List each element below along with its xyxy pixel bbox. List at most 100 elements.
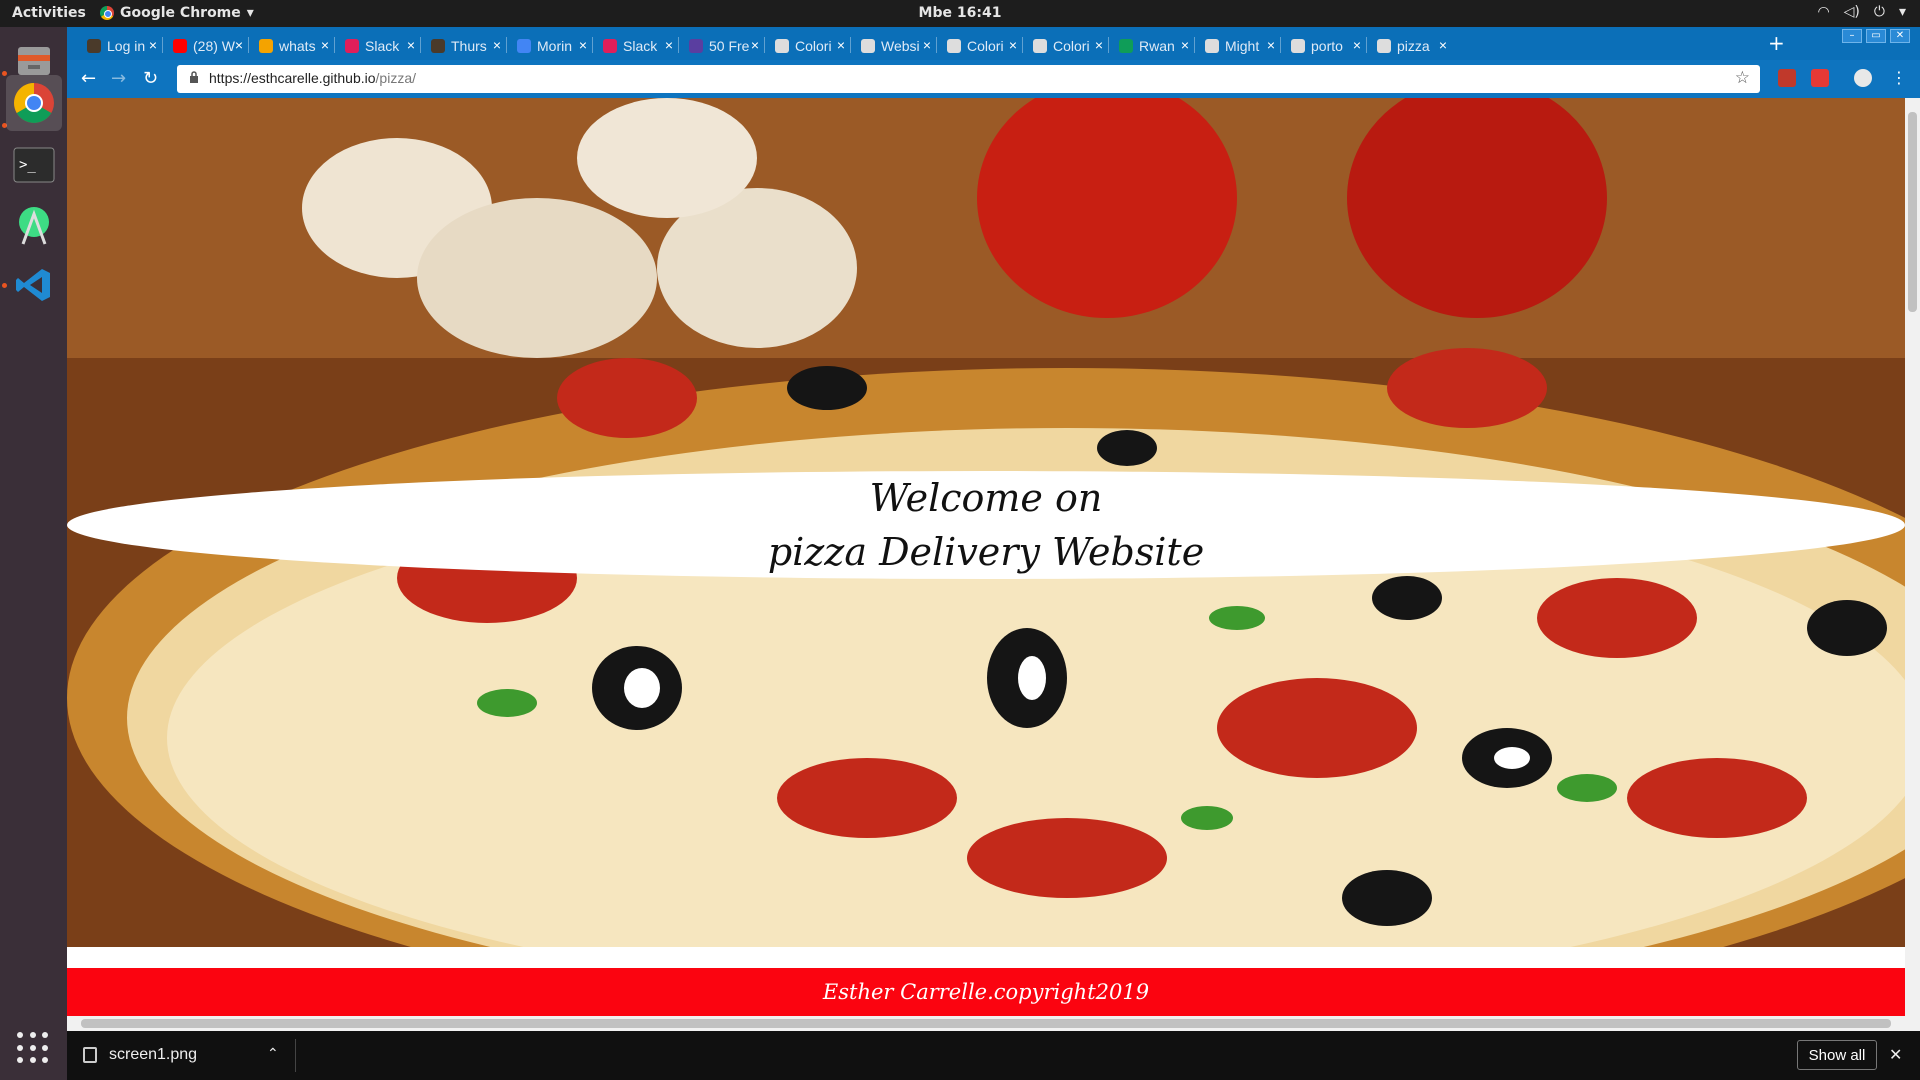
tab-favicon-icon [689, 38, 703, 53]
browser-tab[interactable]: 50 Fre × [679, 31, 763, 60]
close-tab-icon[interactable]: × [1009, 37, 1017, 53]
tab-separator [764, 37, 765, 53]
browser-tab[interactable]: Morin × [507, 31, 591, 60]
chrome-icon [14, 83, 54, 123]
download-bar: screen1.png ⌃ Show all ✕ [67, 1031, 1920, 1080]
browser-tab[interactable]: Colori × [937, 31, 1021, 60]
download-item[interactable]: screen1.png [83, 1046, 197, 1064]
show-applications-icon[interactable] [17, 1032, 49, 1064]
close-tab-icon[interactable]: × [1095, 37, 1103, 53]
browser-tab[interactable]: Websi × [851, 31, 935, 60]
scrollbar-thumb[interactable] [81, 1019, 1891, 1028]
tab-favicon-icon [603, 38, 617, 53]
extension-icon[interactable] [1778, 69, 1796, 87]
show-all-button[interactable]: Show all [1797, 1040, 1877, 1070]
tab-separator [162, 37, 163, 53]
menu-icon[interactable]: ⋮ [1891, 68, 1907, 87]
restore-button[interactable]: ▭ [1866, 29, 1886, 43]
tab-separator [248, 37, 249, 53]
power-icon: ⏻ [1873, 4, 1885, 20]
tab-separator [1280, 37, 1281, 53]
chrome-launcher[interactable] [6, 75, 62, 131]
tab-favicon-icon [259, 38, 273, 53]
pizza-hero-image: Welcome on pizza Delivery Website [67, 98, 1905, 947]
close-window-button[interactable]: ✕ [1890, 29, 1910, 43]
browser-tab[interactable]: Rwan × [1109, 31, 1193, 60]
horizontal-scrollbar[interactable] [67, 1016, 1905, 1031]
close-tab-icon[interactable]: × [665, 37, 673, 53]
tab-label: whats [279, 37, 316, 54]
address-bar[interactable]: https://esthcarelle.github.io/pizza/ ☆ [177, 65, 1760, 93]
tab-label: Slack [623, 37, 658, 54]
wifi-icon: ◠ [1817, 4, 1830, 20]
tab-favicon-icon [947, 38, 961, 53]
tab-label: Websi [881, 37, 920, 54]
close-tab-icon[interactable]: × [1181, 37, 1189, 53]
close-tab-icon[interactable]: × [579, 37, 587, 53]
close-tab-icon[interactable]: × [1439, 37, 1447, 53]
close-tab-icon[interactable]: × [407, 37, 415, 53]
chevron-up-icon[interactable]: ⌃ [267, 1045, 279, 1062]
tab-label: Slack [365, 37, 400, 54]
download-file-name: screen1.png [109, 1046, 198, 1063]
bookmark-star-icon[interactable]: ☆ [1735, 68, 1750, 88]
close-tab-icon[interactable]: × [493, 37, 501, 53]
tab-label: 50 Fre [709, 37, 750, 54]
divider [295, 1039, 296, 1072]
android-studio-launcher[interactable] [6, 197, 62, 253]
tab-separator [678, 37, 679, 53]
browser-tab[interactable]: Thurs × [421, 31, 505, 60]
welcome-line-1: Welcome on [869, 476, 1103, 520]
browser-tab[interactable]: whats × [249, 31, 333, 60]
tab-separator [420, 37, 421, 53]
browser-tab[interactable]: (28) W × [163, 31, 247, 60]
tab-favicon-icon [775, 38, 789, 53]
dock: >_ [0, 27, 67, 1080]
volume-icon: ◁) [1843, 4, 1860, 20]
close-tab-icon[interactable]: × [923, 37, 931, 53]
vscode-launcher[interactable] [6, 257, 62, 313]
copyright-text: Esther Carrelle.copyright2019 [822, 980, 1150, 1004]
toolbar: ← → ↻ https://esthcarelle.github.io/pizz… [67, 60, 1920, 98]
browser-tab[interactable]: Slack × [593, 31, 677, 60]
tab-label: pizza [1397, 37, 1430, 54]
tab-favicon-icon [173, 38, 187, 53]
profile-avatar[interactable] [1854, 69, 1872, 87]
browser-tab[interactable]: Slack × [335, 31, 419, 60]
close-tab-icon[interactable]: × [751, 37, 759, 53]
close-tab-icon[interactable]: × [235, 37, 243, 53]
tab-label: Colori [967, 37, 1004, 54]
page-footer: Esther Carrelle.copyright2019 [67, 968, 1905, 1016]
terminal-launcher[interactable]: >_ [6, 137, 62, 193]
browser-tab[interactable]: Colori × [1023, 31, 1107, 60]
shield-icon[interactable] [1811, 69, 1829, 87]
system-tray[interactable]: ◠ ◁) ⏻ ▾ [1817, 4, 1906, 20]
forward-button[interactable]: → [111, 68, 126, 89]
tab-label: Morin [537, 37, 573, 54]
tab-favicon-icon [1119, 38, 1133, 53]
welcome-line-2: pizza Delivery Website [767, 530, 1205, 574]
new-tab-button[interactable]: + [1768, 31, 1785, 55]
minimize-button[interactable]: – [1842, 29, 1862, 43]
vertical-scrollbar[interactable] [1905, 98, 1920, 1031]
reload-button[interactable]: ↻ [143, 68, 158, 89]
back-button[interactable]: ← [81, 68, 96, 89]
browser-tab[interactable]: pizza × [1367, 31, 1451, 60]
close-tab-icon[interactable]: × [321, 37, 329, 53]
browser-tab[interactable]: Colori × [765, 31, 849, 60]
tab-separator [1366, 37, 1367, 53]
browser-tab[interactable]: Might × [1195, 31, 1279, 60]
close-tab-icon[interactable]: × [149, 37, 157, 53]
chevron-down-icon: ▾ [1898, 4, 1906, 20]
browser-tab[interactable]: Log in × [77, 31, 161, 60]
browser-tab[interactable]: porto × [1281, 31, 1365, 60]
tab-separator [850, 37, 851, 53]
scrollbar-thumb[interactable] [1908, 112, 1917, 312]
close-tab-icon[interactable]: × [837, 37, 845, 53]
svg-text:>_: >_ [19, 157, 36, 173]
close-download-bar-icon[interactable]: ✕ [1889, 1045, 1902, 1065]
close-tab-icon[interactable]: × [1267, 37, 1275, 53]
tab-separator [506, 37, 507, 53]
close-tab-icon[interactable]: × [1353, 37, 1361, 53]
clock[interactable]: Mbe 16:41 [0, 5, 1920, 21]
